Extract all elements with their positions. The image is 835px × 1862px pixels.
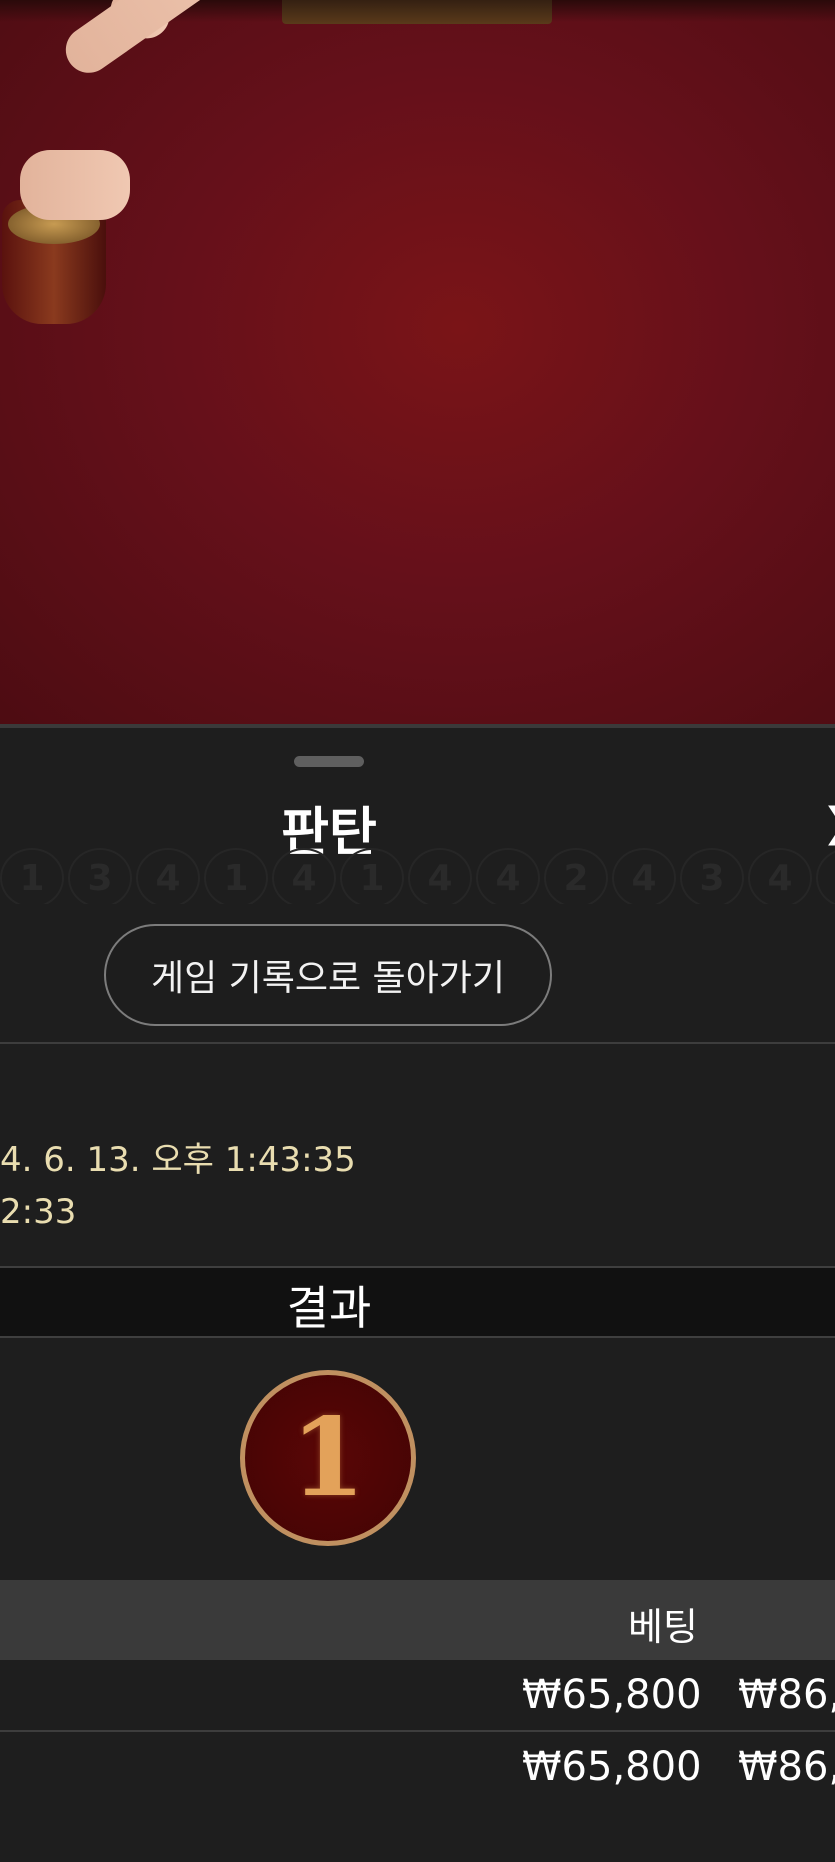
result-number-badge: 1 bbox=[240, 1370, 416, 1546]
history-digit: 1 bbox=[0, 848, 64, 904]
dealer-hand bbox=[20, 150, 130, 220]
bet-amount: ₩65,800 bbox=[522, 1744, 702, 1790]
history-digit: 4 bbox=[408, 848, 472, 904]
history-digit: 1 bbox=[340, 848, 404, 904]
row-divider bbox=[0, 1730, 835, 1732]
bead-tray bbox=[282, 0, 552, 24]
video-divider bbox=[0, 724, 835, 728]
drag-handle-icon[interactable] bbox=[294, 756, 364, 767]
bet-column-header: 베팅 bbox=[628, 1605, 698, 1649]
result-label: 결과 bbox=[286, 1281, 372, 1335]
history-road-background: 1 3 4 1 4 1 4 4 2 4 3 4 2 bbox=[0, 848, 835, 904]
history-digit: 3 bbox=[680, 848, 744, 904]
history-digit: 4 bbox=[748, 848, 812, 904]
round-duration: 2:33 bbox=[0, 1192, 77, 1232]
history-digit: 2 bbox=[816, 848, 835, 904]
payout-amount: ₩86, bbox=[738, 1672, 835, 1718]
history-digit: 2 bbox=[544, 848, 608, 904]
live-video-feed bbox=[0, 0, 835, 728]
round-datetime: 4. 6. 13. 오후 1:43:35 bbox=[0, 1140, 356, 1180]
divider bbox=[0, 1042, 835, 1044]
history-digit: 4 bbox=[136, 848, 200, 904]
bet-amount: ₩65,800 bbox=[522, 1672, 702, 1718]
history-digit: 4 bbox=[612, 848, 676, 904]
history-digit: 1 bbox=[204, 848, 268, 904]
chevron-right-icon[interactable]: ❯ bbox=[822, 800, 835, 846]
bet-table-header bbox=[0, 1580, 835, 1660]
history-digit: 3 bbox=[68, 848, 132, 904]
back-to-game-history-button[interactable]: 게임 기록으로 돌아가기 bbox=[104, 924, 552, 1026]
history-digit: 4 bbox=[272, 848, 336, 904]
history-digit: 4 bbox=[476, 848, 540, 904]
payout-amount: ₩86, bbox=[738, 1744, 835, 1790]
